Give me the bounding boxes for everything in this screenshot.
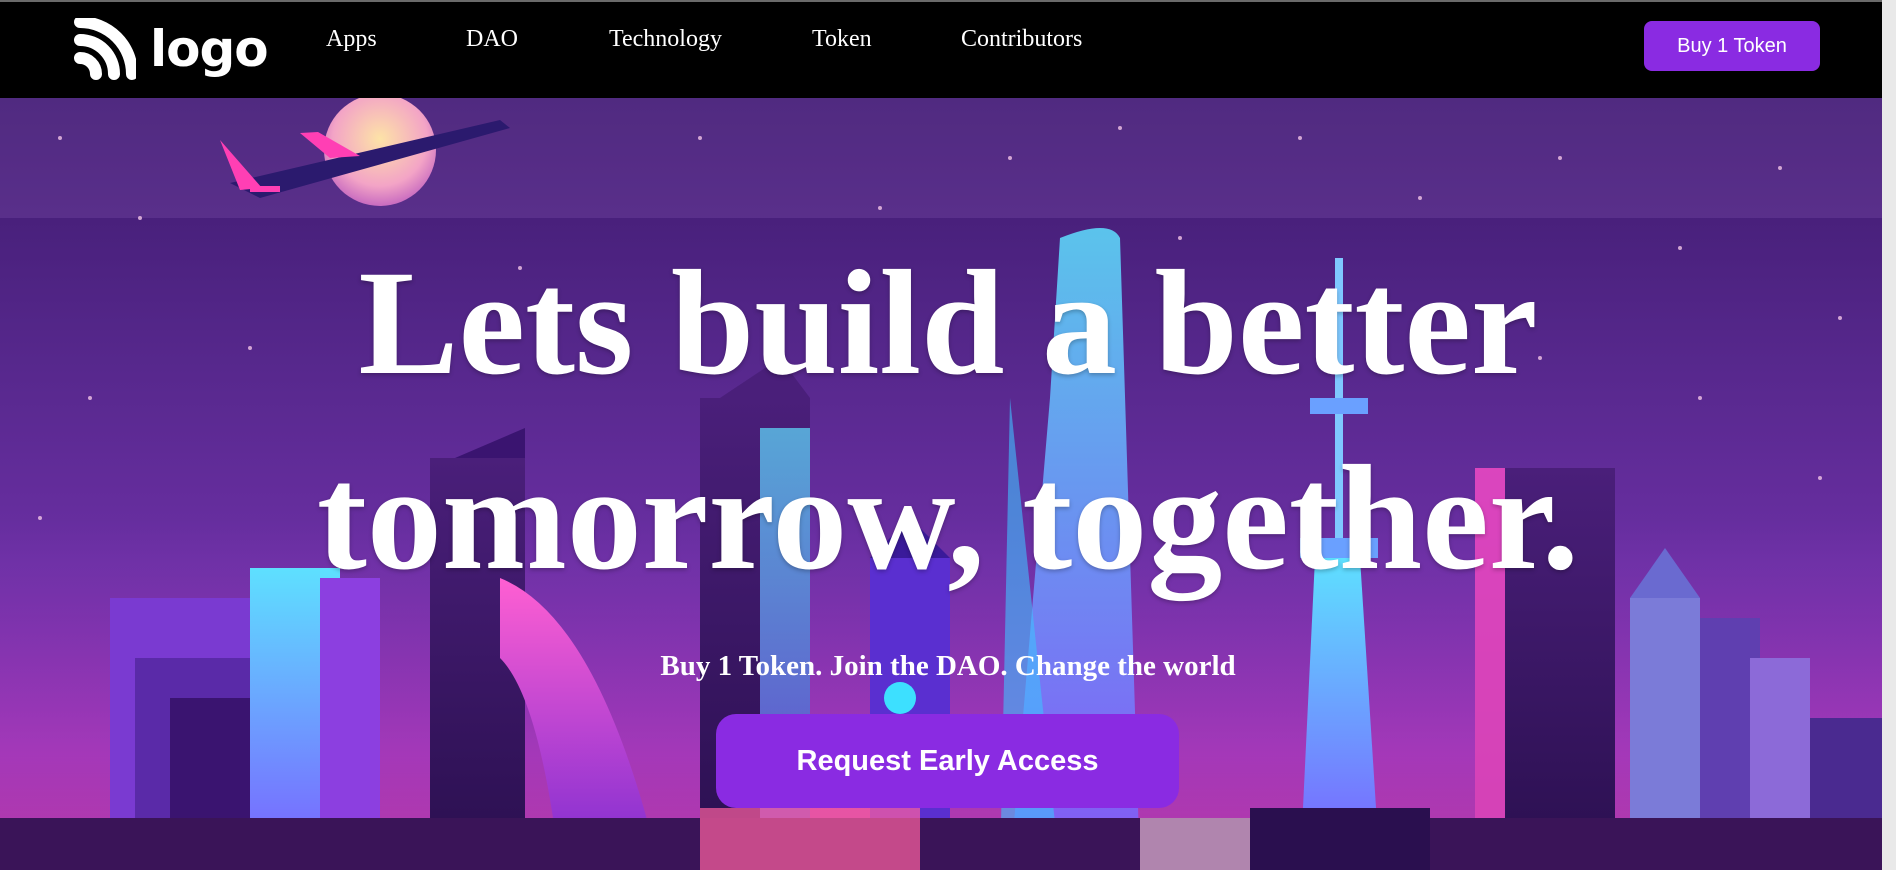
nav-link-dao[interactable]: DAO [466, 26, 518, 53]
request-early-access-button[interactable]: Request Early Access [716, 714, 1179, 808]
nav-link-contributors[interactable]: Contributors [961, 26, 1082, 53]
logo-text: logo [150, 20, 269, 78]
nav-link-technology[interactable]: Technology [609, 26, 722, 53]
top-navbar: logo Apps DAO Technology Token Contribut… [0, 0, 1896, 98]
signal-arcs-icon [74, 18, 136, 80]
hero-headline-line1: Lets build a better [358, 240, 1538, 406]
buy-token-button[interactable]: Buy 1 Token [1644, 21, 1820, 71]
nav-link-apps[interactable]: Apps [326, 26, 377, 53]
page-scrollbar[interactable] [1882, 0, 1896, 870]
hero-section: Lets build a better tomorrow, together. … [0, 98, 1896, 870]
hero-subheadline: Buy 1 Token. Join the DAO. Change the wo… [660, 650, 1236, 682]
nav-link-token[interactable]: Token [812, 26, 872, 53]
hero-headline-line2: tomorrow, together. [316, 435, 1580, 601]
logo[interactable]: logo [74, 18, 269, 80]
